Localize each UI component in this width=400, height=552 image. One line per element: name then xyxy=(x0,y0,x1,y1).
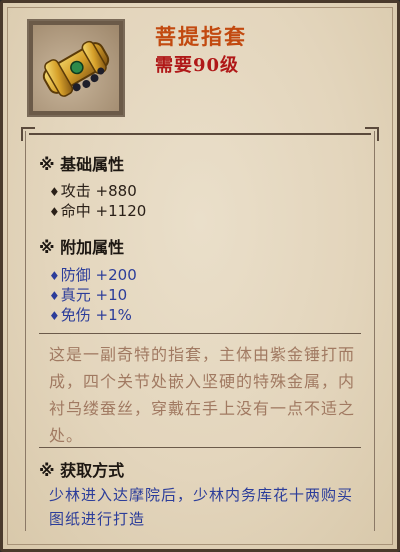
diamond-bullet-icon: ♦ xyxy=(49,205,60,219)
extra-attributes-heading: ※ 附加属性 xyxy=(39,238,125,257)
item-description: 这是一副奇特的指套，主体由紫金锤打而成，四个关节处嵌入坚硬的特殊金属，内衬乌缕蚕… xyxy=(49,345,356,445)
basic-stat-accuracy: ♦命中 +1120 xyxy=(49,202,147,220)
extra-stat-damage-reduction: ♦免伤 +1% xyxy=(49,306,132,324)
frame-left-line xyxy=(25,131,26,531)
obtain-method-text: 少林进入达摩院后，少林内务库花十两购买图纸进行打造 xyxy=(49,486,354,528)
basic-stat-attack: ♦攻击 +880 xyxy=(49,182,137,200)
diamond-bullet-icon: ♦ xyxy=(49,309,60,323)
description-bottom-divider xyxy=(39,447,361,448)
item-tooltip-card: 菩提指套 需要90级 ※ 基础属性 ♦攻击 +880 ♦命中 +1120 ※ 附… xyxy=(0,0,400,552)
corner-ornament-right xyxy=(365,127,379,141)
diamond-bullet-icon: ♦ xyxy=(49,289,60,303)
item-icon-frame xyxy=(27,19,125,117)
extra-stat-true-energy: ♦真元 +10 xyxy=(49,286,128,304)
description-top-divider xyxy=(39,333,361,334)
obtain-method-heading: ※ 获取方式 xyxy=(39,461,125,480)
level-requirement: 需要90级 xyxy=(155,55,240,76)
top-separator xyxy=(21,127,379,141)
frame-right-line xyxy=(374,131,375,531)
basic-attributes-heading: ※ 基础属性 xyxy=(39,155,125,174)
golden-finger-guard-icon xyxy=(33,25,119,111)
diamond-bullet-icon: ♦ xyxy=(49,185,60,199)
diamond-bullet-icon: ♦ xyxy=(49,269,60,283)
extra-stat-defense: ♦防御 +200 xyxy=(49,266,137,284)
item-name: 菩提指套 xyxy=(155,24,247,49)
